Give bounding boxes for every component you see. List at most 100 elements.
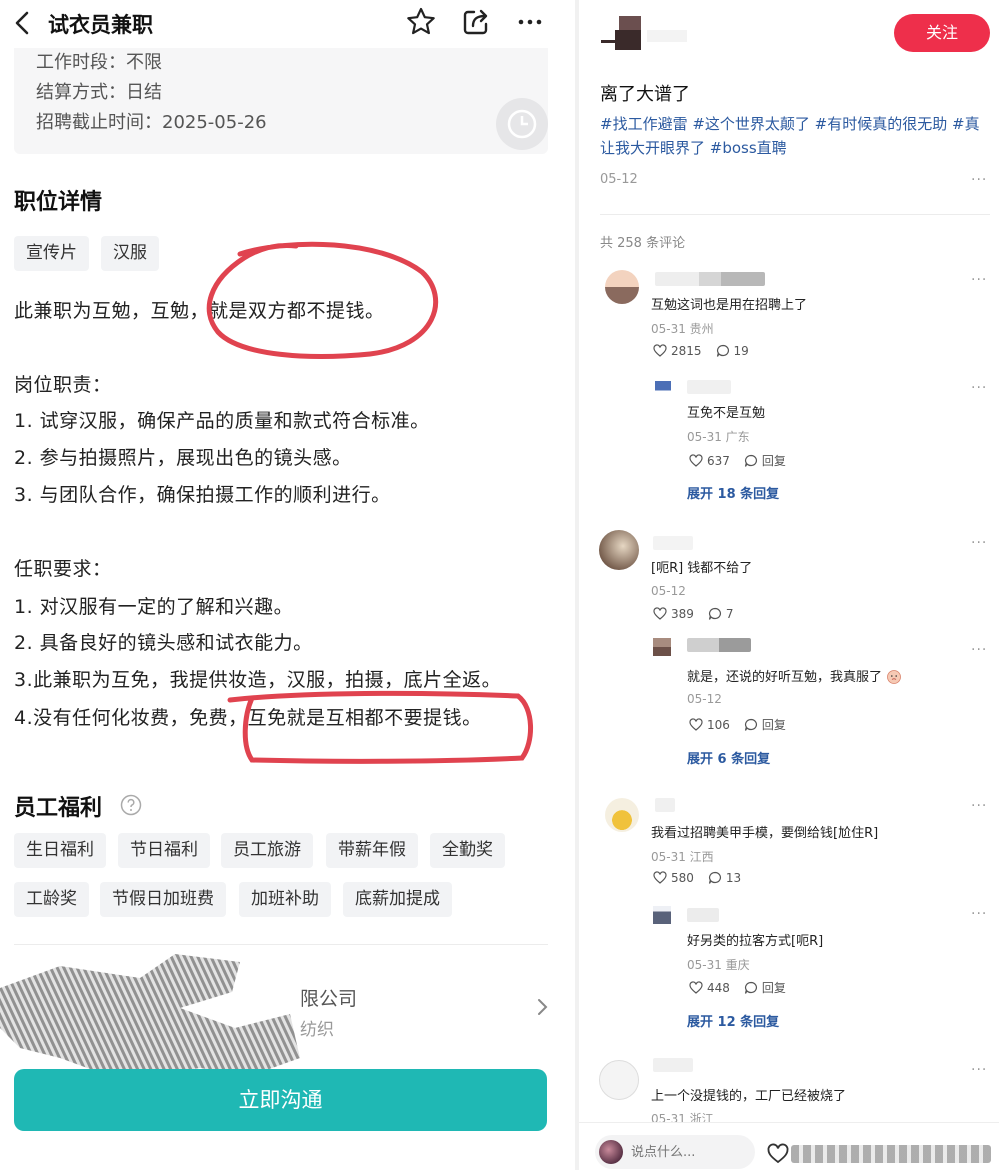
requirement-item: 4.没有任何化妆费，免费，互免就是互相都不要提钱。 <box>14 707 482 729</box>
like-heart-icon[interactable] <box>689 453 703 468</box>
duties-heading: 岗位职责： <box>14 374 112 396</box>
duty-item: 2. 参与拍摄照片，展现出色的镜头感。 <box>14 447 352 469</box>
expand-replies-link[interactable]: 展开 18 条回复 <box>687 483 779 502</box>
comment-meta: 05-31 广东 <box>687 430 750 444</box>
commenter-name-redacted <box>655 272 765 286</box>
like-heart-icon[interactable] <box>653 871 667 885</box>
comment-text: 我看过招聘美甲手模，要倒给钱[尬住R] <box>651 826 879 841</box>
reply-bubble-icon[interactable] <box>744 718 758 732</box>
like-heart-icon[interactable] <box>653 607 667 621</box>
deadline-row: 招聘截止时间：2025-05-26 <box>36 108 267 134</box>
post-hashtags[interactable]: #找工作避雷 #这个世界太颠了 #有时候真的很无助 #真让我大开眼界了 #bos… <box>600 112 990 160</box>
duty-item: 1. 试穿汉服，确保产品的质量和款式符合标准。 <box>14 410 430 432</box>
comment-more-icon[interactable]: ··· <box>971 906 987 922</box>
share-icon[interactable] <box>460 6 492 38</box>
detail-tag: 宣传片 <box>14 236 89 271</box>
like-count: 637 <box>707 453 730 468</box>
reply-label[interactable]: 回复 <box>762 979 786 996</box>
chevron-right-icon[interactable] <box>532 996 552 1018</box>
benefit-tag: 生日福利 <box>14 833 106 868</box>
like-count: 2815 <box>671 344 702 358</box>
chat-now-button[interactable]: 立即沟通 <box>14 1069 547 1131</box>
reply-bubble-icon[interactable] <box>744 981 758 995</box>
job-detail-pane: 工作时段：不限 结算方式：日结 招聘截止时间：2025-05-26 试衣员兼职 … <box>0 0 575 1170</box>
follow-button[interactable]: 关注 <box>894 14 990 52</box>
commenter-avatar[interactable] <box>599 530 639 570</box>
comment-actions: 448 回复 <box>689 979 786 996</box>
detail-tag: 汉服 <box>101 236 159 271</box>
comment-text: 上一个没提钱的，工厂已经被烧了 <box>651 1089 847 1104</box>
like-heart-icon[interactable] <box>689 980 703 995</box>
like-heart-icon[interactable] <box>767 1143 789 1165</box>
reply-label[interactable]: 回复 <box>762 716 786 733</box>
comment-text: 互勉这词也是用在招聘上了 <box>651 298 808 313</box>
job-info-card: 工作时段：不限 结算方式：日结 招聘截止时间：2025-05-26 <box>14 38 548 154</box>
commenter-avatar[interactable] <box>605 270 639 304</box>
requirements-heading: 任职要求： <box>14 558 112 580</box>
my-avatar <box>599 1140 623 1164</box>
help-question-icon[interactable] <box>120 794 142 816</box>
comment-more-icon[interactable]: ··· <box>971 1062 987 1078</box>
commenter-name-redacted <box>687 638 751 652</box>
commenter-avatar[interactable] <box>655 381 671 397</box>
reply-count: 13 <box>725 871 742 885</box>
commenter-avatar[interactable] <box>653 638 671 656</box>
comment-meta: 05-31 贵州 <box>651 322 714 336</box>
comment-text-content: 就是，还说的好听互勉，我真服了 <box>687 670 883 685</box>
favorite-star-icon[interactable] <box>405 6 437 38</box>
commenter-avatar[interactable] <box>599 1060 639 1100</box>
author-avatar[interactable] <box>601 16 641 52</box>
commenter-name-redacted <box>653 536 693 550</box>
face-emoji-icon <box>887 670 902 684</box>
comment-more-icon[interactable]: ··· <box>971 380 987 396</box>
reply-count: 19 <box>733 344 749 358</box>
commenter-name-redacted <box>653 1058 693 1072</box>
more-options-icon[interactable] <box>514 6 546 38</box>
commenter-avatar[interactable] <box>653 906 671 924</box>
comment-more-icon[interactable]: ··· <box>971 642 987 658</box>
comment-more-icon[interactable]: ··· <box>971 535 987 551</box>
reply-count: 7 <box>725 607 734 621</box>
requirement-item: 1. 对汉服有一定的了解和兴趣。 <box>14 596 294 618</box>
comment-meta: 05-12 <box>651 584 686 598</box>
work-hours-label: 工作时段： <box>36 52 126 73</box>
commenter-name-redacted <box>655 798 675 812</box>
commenter-avatar[interactable] <box>605 798 639 832</box>
requirement-item: 3.此兼职为互免，我提供妆造，汉服，拍摄，底片全返。 <box>14 669 502 691</box>
reply-bubble-icon[interactable] <box>708 607 722 621</box>
comment-actions: 389 7 <box>653 607 734 621</box>
comment-text: 就是，还说的好听互勉，我真服了 <box>687 666 902 685</box>
top-nav-bar: 试衣员兼职 <box>0 0 575 48</box>
post-more-icon[interactable]: ··· <box>971 172 987 188</box>
settlement-value: 日结 <box>126 82 162 103</box>
comment-more-icon[interactable]: ··· <box>971 798 987 814</box>
benefit-tag: 节日福利 <box>118 833 210 868</box>
benefit-tag: 加班补助 <box>239 882 331 917</box>
back-icon[interactable] <box>10 10 36 36</box>
page-title: 试衣员兼职 <box>48 13 153 37</box>
comment-text: 好另类的拉客方式[呃R] <box>687 934 824 949</box>
reply-bubble-icon[interactable] <box>744 454 758 468</box>
comment-meta: 05-12 <box>687 692 722 706</box>
benefit-tag: 带薪年假 <box>326 833 418 868</box>
comment-input-bar <box>579 1122 999 1170</box>
comment-actions: 106 回复 <box>689 716 786 733</box>
expand-replies-link[interactable]: 展开 12 条回复 <box>687 1011 779 1030</box>
author-name-redacted <box>647 30 687 42</box>
like-heart-icon[interactable] <box>653 344 667 358</box>
comment-meta: 05-31 江西 <box>651 850 714 864</box>
expand-replies-link[interactable]: 展开 6 条回复 <box>687 748 770 767</box>
comment-count: 共 258 条评论 <box>600 236 686 251</box>
comment-more-icon[interactable]: ··· <box>971 272 987 288</box>
post-title: 离了大谱了 <box>600 84 690 105</box>
like-heart-icon[interactable] <box>689 717 703 732</box>
job-description: 此兼职为互勉，互勉，就是双方都不提钱。 <box>14 300 385 322</box>
benefit-tag: 员工旅游 <box>221 833 313 868</box>
reply-bubble-icon[interactable] <box>716 344 730 358</box>
section-divider <box>14 944 548 945</box>
comment-actions: 580 13 <box>653 871 741 885</box>
benefit-tag: 全勤奖 <box>430 833 505 868</box>
duty-item: 3. 与团队合作，确保拍摄工作的顺利进行。 <box>14 484 391 506</box>
reply-bubble-icon[interactable] <box>708 871 722 885</box>
reply-label[interactable]: 回复 <box>762 452 786 469</box>
